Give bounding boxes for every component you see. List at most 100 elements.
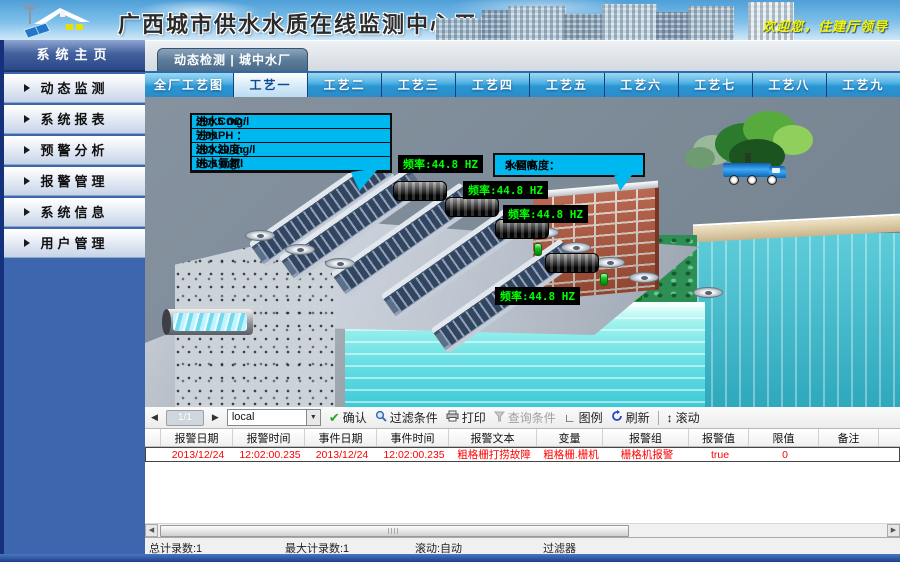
scrollbar-thumb[interactable] — [160, 525, 629, 537]
cell-event-date: 2013/12/24 — [306, 448, 378, 461]
sidebar-item-label: 报警管理 — [40, 174, 108, 189]
scroll-left-icon[interactable]: ◀ — [145, 524, 158, 537]
col-event-time[interactable]: 事件时间 — [377, 429, 449, 446]
confirm-label: 确认 — [343, 409, 367, 426]
inlet-cod-row: 进水COD: 296.5 mg/l — [192, 115, 390, 129]
screen-motor-4[interactable] — [545, 253, 599, 273]
refresh-icon — [611, 410, 623, 425]
inlet-turbidity-value: 203.20 mg/l — [196, 143, 255, 157]
motor-frequency-label-4: 频率:44.8 HZ — [495, 287, 580, 305]
tab-plant-diagram[interactable]: 全厂工艺图 — [145, 73, 233, 97]
col-event-date[interactable]: 事件日期 — [305, 429, 377, 446]
status-scroll-mode: 滚动:自动 — [415, 540, 462, 556]
cell-variable: 粗格栅.栅机 — [538, 448, 604, 461]
toolbar-divider — [658, 411, 659, 425]
inlet-ph-row: 进水PH ： 7.80 — [192, 129, 390, 143]
col-alarm-group[interactable]: 报警组 — [603, 429, 689, 446]
cell-remark — [820, 448, 880, 461]
sidebar-item-user-management[interactable]: 用户管理 — [4, 229, 145, 258]
refresh-button[interactable]: 刷新 — [611, 409, 650, 426]
building — [656, 12, 690, 40]
page-indicator: 1/1 — [166, 410, 204, 426]
chevron-right-icon — [24, 208, 30, 216]
valve-handwheel[interactable] — [595, 257, 625, 268]
inlet-cod-value: 296.5 mg/l — [196, 115, 249, 129]
sidebar-item-alarm-management[interactable]: 报警管理 — [4, 167, 145, 196]
screen-motor-1[interactable] — [393, 181, 447, 201]
col-alarm-value[interactable]: 报警值 — [689, 429, 749, 446]
col-indicator — [145, 429, 161, 446]
sidebar-item-dynamic-monitor[interactable]: 动态监测 — [4, 74, 145, 103]
valve-handwheel[interactable] — [693, 287, 723, 298]
chevron-right-icon — [24, 239, 30, 247]
col-alarm-date[interactable]: 报警日期 — [161, 429, 233, 446]
status-filter: 过滤器 — [543, 540, 576, 556]
col-alarm-text[interactable]: 报警文本 — [449, 429, 537, 446]
callout-tail — [351, 168, 382, 192]
col-limit[interactable]: 限值 — [749, 429, 819, 446]
tab-process-2[interactable]: 工艺二 — [308, 73, 381, 97]
tab-process-3[interactable]: 工艺三 — [382, 73, 455, 97]
server-select-value: local — [228, 410, 306, 425]
motor-frequency-label-1: 频率:44.8 HZ — [398, 155, 483, 173]
alarm-table-row[interactable]: 2013/12/24 12:02:00.235 2013/12/24 12:02… — [145, 447, 900, 462]
scroll-button[interactable]: ↕ 滚动 — [667, 409, 700, 426]
tab-process-6[interactable]: 工艺六 — [605, 73, 678, 97]
chevron-down-icon: ▼ — [306, 410, 320, 425]
sidebar-item-warning-analysis[interactable]: 预警分析 — [4, 136, 145, 165]
confirm-button[interactable]: ✔ 确认 — [329, 409, 367, 426]
status-total-records: 总计录数:1 — [149, 540, 202, 556]
breadcrumb[interactable]: 动态检测 | 城中水厂 — [157, 48, 308, 71]
printer-icon — [446, 410, 459, 425]
chevron-right-icon — [24, 177, 30, 185]
cell-alarm-time: 12:02:00.235 — [234, 448, 306, 461]
valve-handwheel[interactable] — [561, 242, 591, 253]
status-max-records: 最大计录数:1 — [285, 540, 349, 556]
page-next-icon[interactable]: ▶ — [212, 412, 219, 423]
water-level-value: 3.43m — [505, 159, 536, 171]
screen-motor-2[interactable] — [445, 197, 499, 217]
print-button[interactable]: 打印 — [446, 409, 486, 426]
tab-process-9[interactable]: 工艺九 — [827, 73, 900, 97]
inlet-turbidity-row: 进水浊度: 203.20 mg/l — [192, 143, 390, 157]
valve-handwheel[interactable] — [325, 258, 355, 269]
header: 广西城市供水水质在线监测中心平台 欢迎您，住建厅领导 — [0, 0, 900, 40]
legend-button[interactable]: ∟ 图例 — [564, 409, 603, 426]
tab-process-8[interactable]: 工艺八 — [753, 73, 826, 97]
tab-process-4[interactable]: 工艺四 — [456, 73, 529, 97]
col-alarm-state[interactable]: 报警 — [879, 429, 900, 446]
sidebar-item-system-reports[interactable]: 系统报表 — [4, 105, 145, 134]
sidebar-item-label: 系统信息 — [40, 205, 108, 220]
inlet-ammonia-row: 进水氨氮: 86.6 mg/l — [192, 157, 390, 171]
server-select[interactable]: local ▼ — [227, 409, 321, 426]
sidebar-item-system-info[interactable]: 系统信息 — [4, 198, 145, 227]
tab-process-5[interactable]: 工艺五 — [530, 73, 603, 97]
cell-alarm-date: 2013/12/24 — [162, 448, 234, 461]
inlet-data-callout: 进水COD: 296.5 mg/l 进水PH ： 7.80 进水浊度: 203.… — [190, 113, 392, 173]
col-remark[interactable]: 备注 — [819, 429, 879, 446]
process-tabbar: 全厂工艺图 工艺一 工艺二 工艺三 工艺四 工艺五 工艺六 工艺七 工艺八 工艺… — [145, 71, 900, 97]
horizontal-scrollbar: ◀ ▶ — [145, 523, 900, 537]
page-prev-icon[interactable]: ◀ — [151, 412, 158, 423]
tab-process-7[interactable]: 工艺七 — [679, 73, 752, 97]
scroll-right-icon[interactable]: ▶ — [887, 524, 900, 537]
filter-button[interactable]: 过滤条件 — [375, 409, 438, 426]
truck-wheel — [747, 175, 757, 185]
chevron-right-icon — [24, 146, 30, 154]
valve-handwheel[interactable] — [629, 272, 659, 283]
tab-process-1[interactable]: 工艺一 — [234, 73, 307, 97]
scrollbar-track[interactable] — [158, 524, 887, 537]
sidebar-item-label: 系统报表 — [40, 112, 108, 127]
truck-wheel — [767, 175, 777, 185]
col-variable[interactable]: 变量 — [537, 429, 603, 446]
query-button[interactable]: 查询条件 — [494, 409, 556, 426]
alarm-toolbar: ◀ 1/1 ▶ local ▼ ✔ 确认 过滤条件 打印 — [145, 407, 900, 429]
valve-handwheel[interactable] — [285, 244, 315, 255]
building — [602, 4, 657, 40]
col-alarm-time[interactable]: 报警时间 — [233, 429, 305, 446]
cell-limit: 0 — [750, 448, 820, 461]
valve-handwheel[interactable] — [245, 230, 275, 241]
cell-alarm-value: true — [690, 448, 750, 461]
alarm-table-header: 报警日期 报警时间 事件日期 事件时间 报警文本 变量 报警组 报警值 限值 备… — [145, 429, 900, 447]
cell-alarm-text: 粗格栅打捞故障 — [450, 448, 538, 461]
